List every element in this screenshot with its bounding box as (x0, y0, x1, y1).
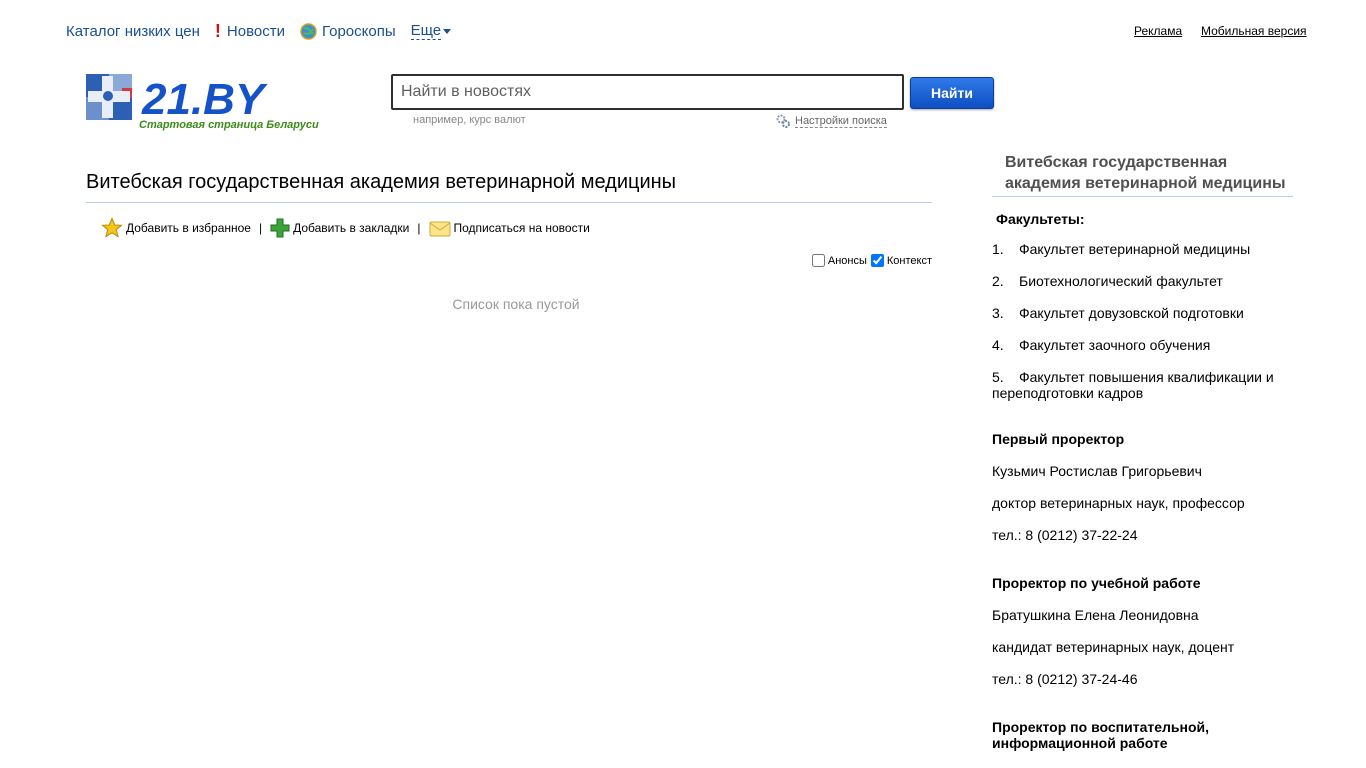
list-item: 2. Биотехнологический факультет (992, 273, 1223, 289)
sidebar-divider (992, 196, 1293, 197)
feed-filters: Анонсы Контекст (808, 254, 932, 267)
sidebar: Витебская государственная академия ветер… (992, 152, 1293, 751)
search-settings-link[interactable]: Настройки поиска (776, 114, 887, 128)
envelope-icon (429, 221, 450, 237)
list-item: 5. Факультет повышения квалификации и пер… (992, 369, 1274, 401)
search-button[interactable]: Найти (910, 77, 994, 109)
person-name: Кузьмич Ростислав Григорьевич (992, 463, 1202, 479)
list-item: 3. Факультет довузовской подготовки (992, 305, 1244, 321)
logo-text: 21.BY (141, 75, 268, 124)
title-divider (86, 202, 932, 203)
search-input[interactable] (391, 74, 904, 110)
list-item: 1. Факультет ветеринарной медицины (992, 241, 1251, 257)
globe-icon (300, 22, 317, 40)
person-phone: тел.: 8 (0212) 37-24-46 (992, 671, 1138, 687)
nav-horoscopes[interactable]: Гороскопы (300, 23, 396, 40)
page-title: Витебская государственная академия ветер… (86, 171, 677, 193)
empty-list-message: Список пока пустой (452, 296, 580, 312)
person-role: Проректор по учебной работе (992, 575, 1201, 591)
person-degree: кандидат ветеринарных наук, доцент (992, 639, 1235, 655)
logo-subtitle: Стартовая страница Беларуси (139, 119, 319, 131)
exclamation-icon: ! (214, 21, 221, 41)
faculties-heading: Факультеты: (996, 211, 1085, 227)
link-mobile-version[interactable]: Мобильная версия (1201, 24, 1307, 38)
faculties-list: 1. Факультет ветеринарной медицины 2. Биот… (992, 241, 1293, 401)
add-to-bookmarks-button[interactable]: Добавить в закладки (270, 218, 409, 238)
sidebar-title: Витебская государственная академия ветер… (1005, 154, 1286, 192)
filter-announcements[interactable]: Анонсы (811, 254, 867, 267)
person-vice-rector-upbringing: Проректор по воспитательной, информацион… (992, 719, 1293, 751)
context-checkbox[interactable] (870, 254, 884, 267)
star-icon (101, 217, 123, 238)
top-nav: Каталог низких цен ! Новости Гороскопы Ещ… (66, 21, 452, 41)
search-hint: например, курс валют (413, 114, 526, 126)
person-degree: доктор ветеринарных наук, профессор (992, 495, 1245, 511)
action-bar: Добавить в избранное | Добавить в заклад… (101, 217, 590, 239)
list-item: 4. Факультет заочного обучения (992, 337, 1211, 353)
person-role: Первый проректор (992, 431, 1125, 447)
nav-price-catalog[interactable]: Каталог низких цен (66, 23, 200, 40)
filter-context[interactable]: Контекст (870, 254, 932, 267)
caret-down-icon (443, 28, 452, 34)
person-role: Проректор по воспитательной, информацион… (992, 719, 1209, 751)
person-name: Братушкина Елена Леонидовна (992, 607, 1199, 623)
person-phone: тел.: 8 (0212) 37-22-24 (992, 527, 1138, 543)
announcements-checkbox[interactable] (811, 254, 825, 267)
person-vice-rector-education: Проректор по учебной работе Братушкина Е… (992, 575, 1293, 687)
nav-news[interactable]: ! Новости (214, 21, 285, 41)
nav-more-dropdown[interactable]: Еще (410, 22, 452, 40)
plus-icon (270, 218, 290, 238)
gears-icon (776, 114, 790, 128)
add-to-favorites-button[interactable]: Добавить в избранное (101, 217, 251, 239)
link-advertising[interactable]: Реклама (1134, 24, 1182, 38)
person-first-vice-rector: Первый проректор Кузьмич Ростислав Григо… (992, 431, 1293, 543)
subscribe-news-button[interactable]: Подписаться на новости (429, 219, 590, 237)
